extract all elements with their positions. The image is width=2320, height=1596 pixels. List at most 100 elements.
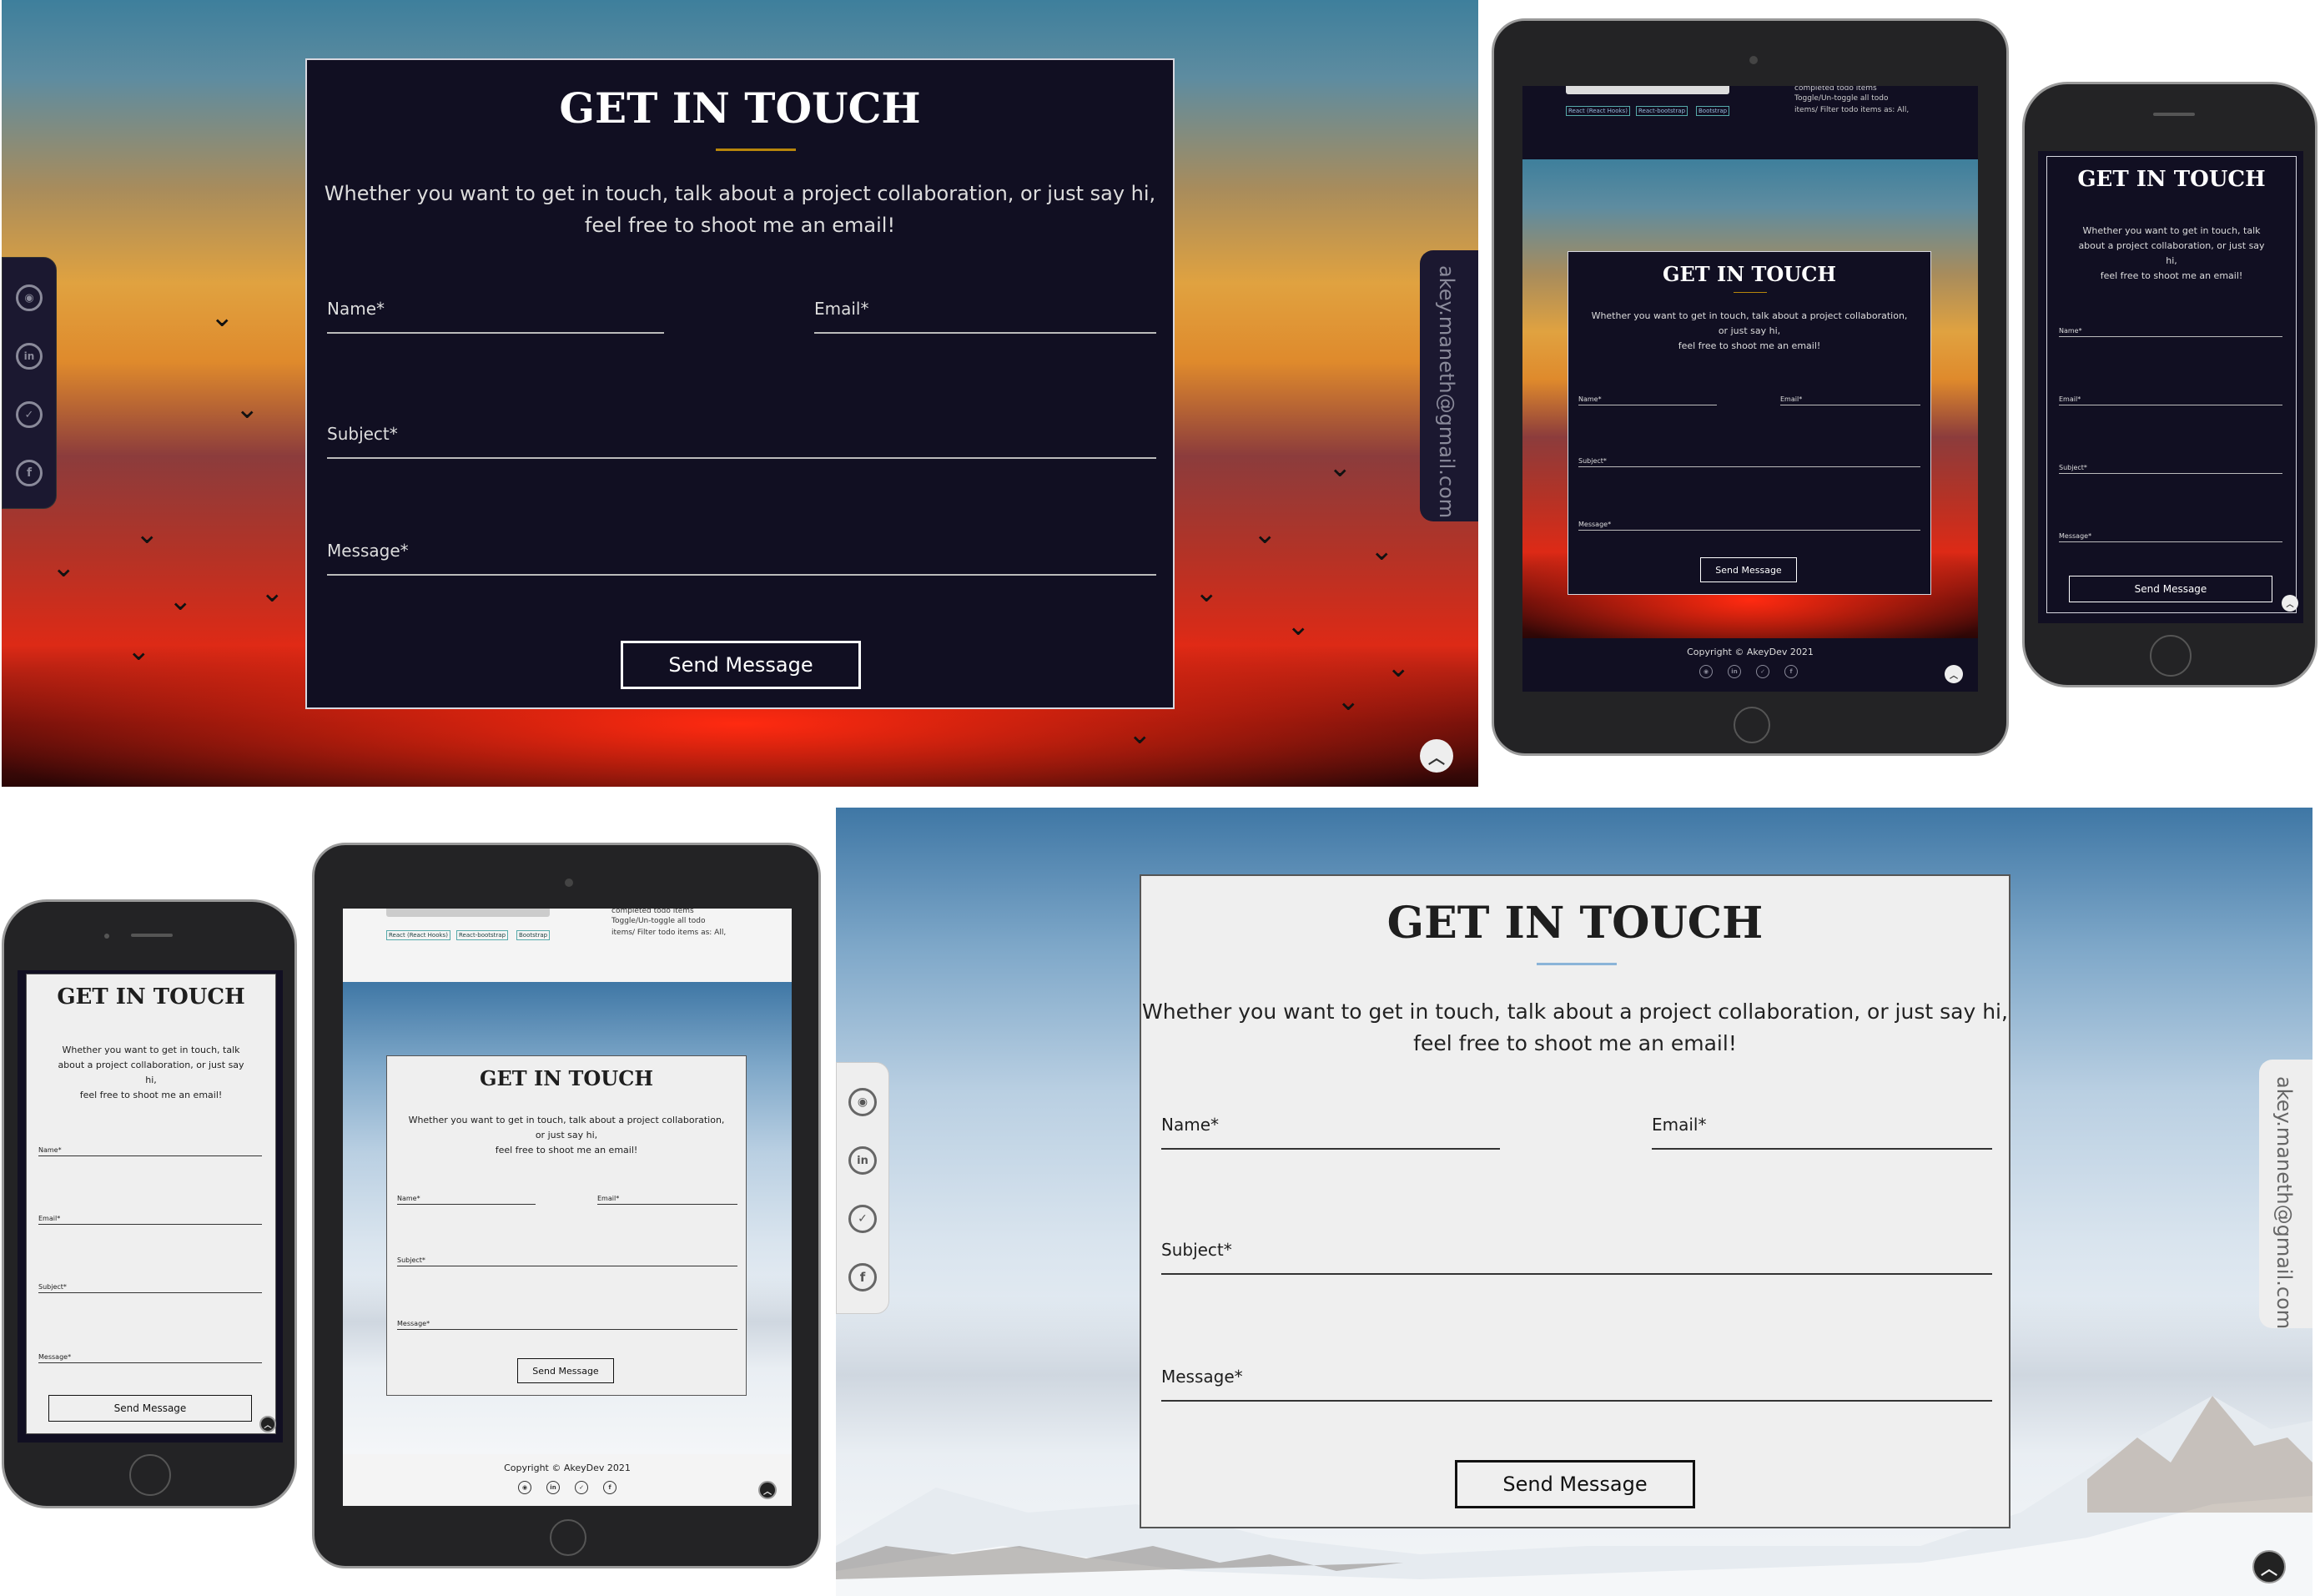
name-label: Name* [1161,1115,1220,1135]
subject-field[interactable]: Subject* [1161,1240,1992,1275]
home-button [129,1454,171,1496]
intro-text-line1: Whether you want to get in touch, talk a… [324,182,1156,205]
name-field[interactable]: Name* [1161,1115,1500,1150]
subject-label: Subject* [1161,1240,1232,1260]
email-field[interactable]: Email* [1652,1115,1992,1150]
send-message-button[interactable]: Send Message [1455,1460,1695,1508]
name-label: Name* [1578,395,1602,403]
email-field[interactable]: Email* [1780,389,1920,405]
github-icon[interactable]: ◉ [848,1088,877,1116]
subject-label: Subject* [1578,457,1607,465]
page-title: GET IN TOUCH [480,1066,653,1090]
name-field[interactable]: Name* [2059,320,2282,337]
contact-card: GET IN TOUCH Whether you want to get in … [305,58,1175,709]
vertical-email-link[interactable]: akey.maneth@gmail.com [2272,1076,2296,1329]
intro-text-line3: feel free to shoot me an email! [495,1145,638,1155]
email-field[interactable]: Email* [597,1188,737,1205]
scroll-top-button[interactable]: ︿ [2252,1550,2286,1583]
page-title: GET IN TOUCH [2077,167,2266,192]
bird-silhouette: ⌄ [169,584,193,617]
message-field[interactable]: Message* [1161,1367,1992,1402]
facebook-icon[interactable]: f [16,460,43,486]
send-message-button[interactable]: Send Message [621,641,861,689]
subject-field[interactable]: Subject* [2059,457,2282,474]
email-label: Email* [597,1195,620,1202]
facebook-icon[interactable]: f [848,1263,877,1291]
name-field[interactable]: Name* [397,1188,536,1205]
message-label: Message* [327,541,409,561]
message-field[interactable]: Message* [2059,526,2282,542]
scroll-top-button[interactable]: ︿ [1945,665,1963,683]
message-label: Message* [2059,532,2092,540]
linkedin-icon[interactable]: in [546,1481,560,1494]
speaker-grille [2153,113,2195,116]
bird-silhouette: ⌄ [52,551,76,584]
twitter-icon[interactable]: ✓ [16,401,43,428]
project-desc-line0: completed todo items [611,909,694,915]
send-message-button[interactable]: Send Message [2069,576,2272,602]
intro-text-line1: Whether you want to get in touch, talk a… [1142,999,2008,1024]
name-field[interactable]: Name* [327,299,664,334]
subject-field[interactable]: Subject* [1578,451,1920,467]
camera-dot [104,934,109,939]
project-desc-line1: Toggle/Un-toggle all todo [1794,94,1889,103]
project-desc-line0: completed todo items [1794,86,1877,93]
send-message-button[interactable]: Send Message [1700,557,1797,582]
scroll-top-button[interactable]: ︿ [2282,595,2298,612]
subject-field[interactable]: Subject* [397,1250,737,1266]
twitter-icon[interactable]: ✓ [575,1481,588,1494]
bird-silhouette: ⌄ [1370,534,1394,567]
intro-text-line2: or just say hi, [535,1130,598,1140]
intro-text-line2: feel free to shoot me an email! [1413,1031,1737,1055]
project-desc-line1: Toggle/Un-toggle all todo [611,917,706,925]
scroll-top-button[interactable]: ︿ [259,1416,276,1432]
name-field[interactable]: Name* [1578,389,1717,405]
camera-dot [1749,56,1758,64]
intro-text-line2: about a project collaboration, or just s… [58,1060,244,1070]
email-field[interactable]: Email* [2059,389,2282,405]
email-field[interactable]: Email* [38,1208,262,1225]
github-icon[interactable]: ◉ [16,284,43,311]
bird-silhouette: ⌄ [235,392,259,425]
subject-label: Subject* [38,1283,67,1291]
page-title: GET IN TOUCH [1663,262,1836,286]
message-field[interactable]: Message* [1578,514,1920,531]
email-label: Email* [1780,395,1803,403]
twitter-icon[interactable]: ✓ [1756,665,1769,678]
message-label: Message* [1161,1367,1243,1387]
message-field[interactable]: Message* [38,1347,262,1363]
github-icon[interactable]: ◉ [518,1481,531,1494]
name-field[interactable]: Name* [38,1140,262,1156]
email-field[interactable]: Email* [814,299,1156,334]
message-field[interactable]: Message* [397,1313,737,1330]
social-sidebar: ◉ in ✓ f [836,1062,889,1314]
facebook-icon[interactable]: f [1784,665,1798,678]
page-title: GET IN TOUCH [57,984,245,1009]
subject-field[interactable]: Subject* [327,424,1156,459]
twitter-icon[interactable]: ✓ [848,1205,877,1233]
facebook-icon[interactable]: f [603,1481,616,1494]
tablet-light-mockup: completed todo items Toggle/Un-toggle al… [312,843,821,1568]
contact-card: GET IN TOUCH Whether you want to get in … [26,974,276,1434]
message-label: Message* [1578,521,1612,528]
subject-label: Subject* [2059,464,2087,471]
subject-field[interactable]: Subject* [38,1276,262,1293]
linkedin-icon[interactable]: in [1728,665,1741,678]
email-label: Email* [38,1215,61,1222]
phone-screen: GET IN TOUCH Whether you want to get in … [18,970,283,1442]
bird-silhouette: ⌄ [1286,609,1311,642]
send-message-button[interactable]: Send Message [48,1395,252,1422]
send-message-button[interactable]: Send Message [517,1358,614,1383]
message-label: Message* [397,1320,430,1327]
scroll-top-button[interactable]: ︿ [1420,739,1453,773]
tech-tag: Bootstrap [516,930,551,940]
github-icon[interactable]: ◉ [1699,665,1713,678]
linkedin-icon[interactable]: in [848,1146,877,1175]
intro-text-line3: hi, [2166,255,2177,266]
subject-label: Subject* [327,424,398,444]
vertical-email-link[interactable]: akey.maneth@gmail.com [1435,265,1458,518]
message-field[interactable]: Message* [327,541,1156,576]
scroll-top-button[interactable]: ︿ [758,1481,777,1499]
tech-tag: React (React Hooks) [386,930,450,940]
linkedin-icon[interactable]: in [16,343,43,370]
